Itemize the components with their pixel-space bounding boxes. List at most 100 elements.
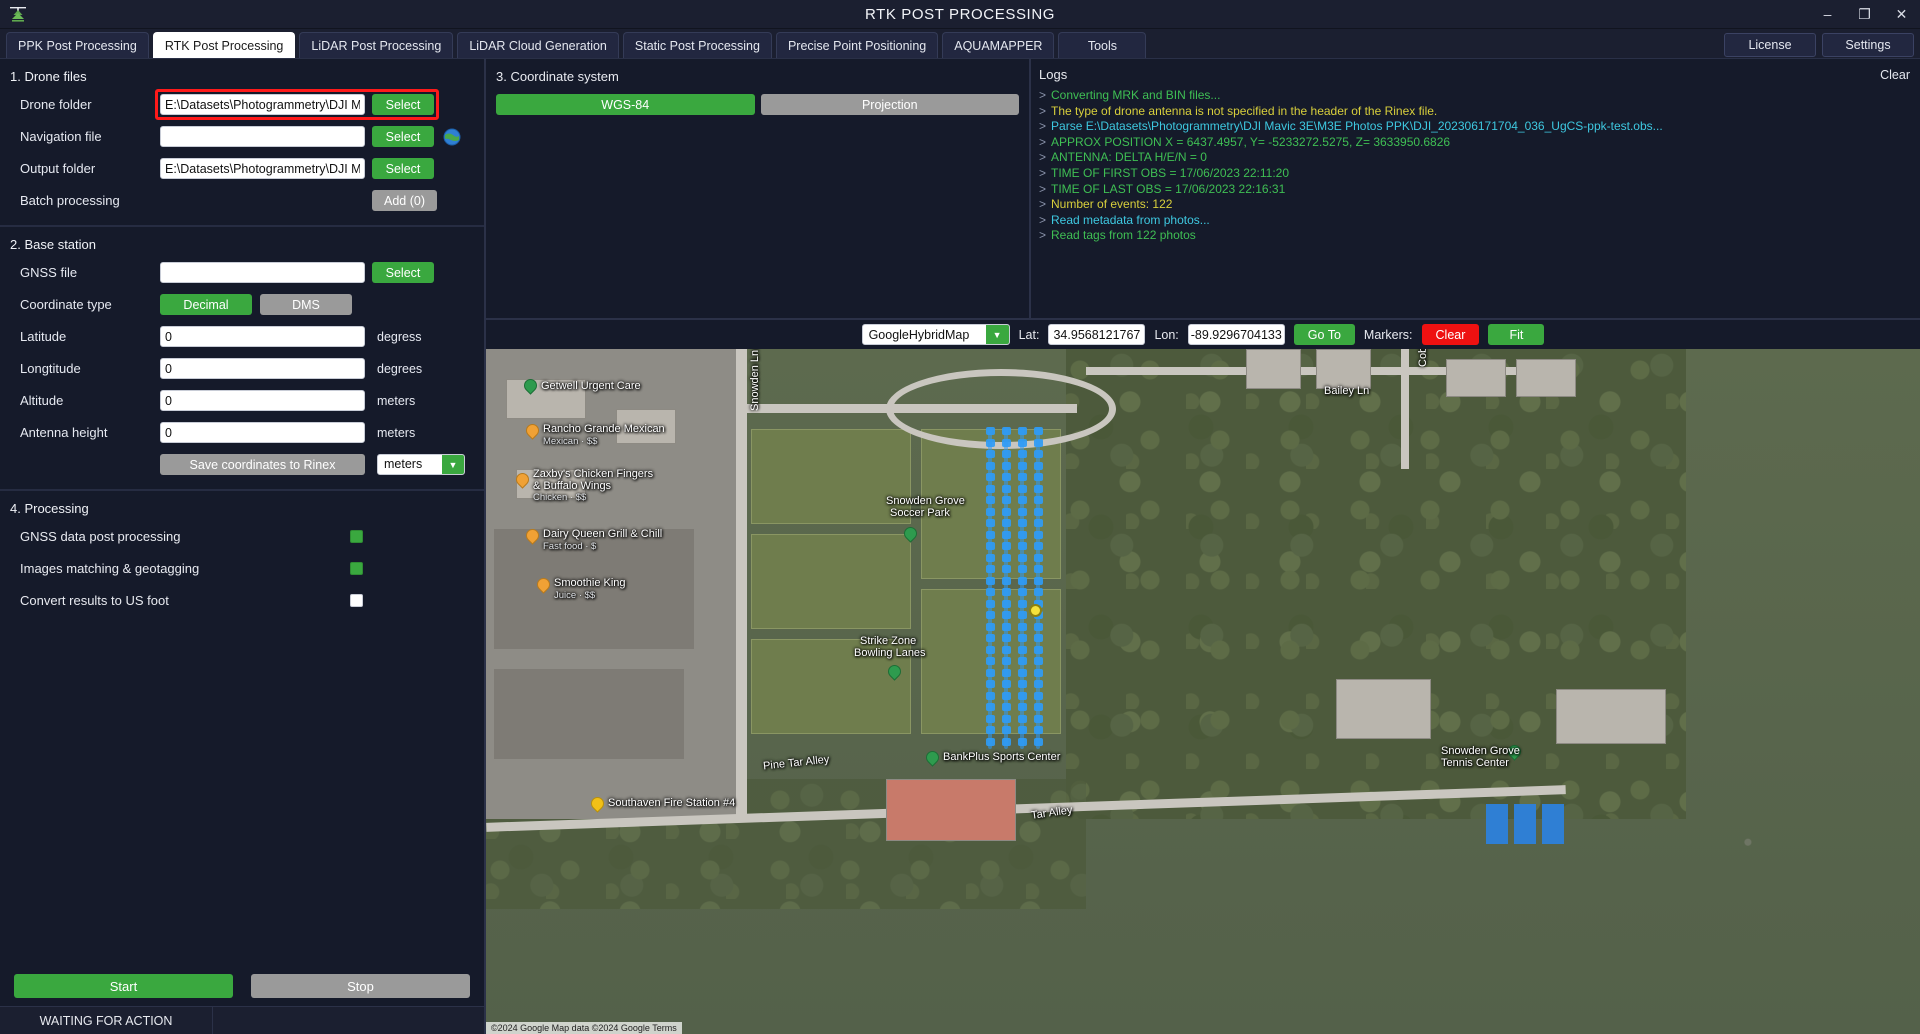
maximize-button[interactable]: ❐ — [1846, 0, 1883, 28]
stop-button[interactable]: Stop — [251, 974, 470, 998]
log-message: ANTENNA: DELTA H/E/N = 0 — [1051, 150, 1207, 166]
log-message: TIME OF FIRST OBS = 17/06/2023 22:11:20 — [1051, 166, 1289, 182]
drone-icon — [0, 4, 36, 24]
latitude-input[interactable] — [160, 326, 365, 347]
lat-input[interactable] — [1048, 324, 1145, 345]
drone-position-marker[interactable] — [1029, 604, 1042, 617]
minimize-button[interactable]: – — [1809, 0, 1846, 28]
right-panel: 3. Coordinate system WGS-84 Projection L… — [484, 59, 1920, 1034]
coordinate-system-projection-button[interactable]: Projection — [761, 94, 1020, 115]
navigation-file-input[interactable] — [160, 126, 365, 147]
tab-tools[interactable]: Tools — [1058, 32, 1146, 58]
log-line: >TIME OF LAST OBS = 17/06/2023 22:16:31 — [1039, 182, 1910, 198]
goto-button[interactable]: Go To — [1294, 324, 1355, 345]
map-poi-marker[interactable] — [526, 529, 539, 547]
map-poi-marker[interactable] — [516, 473, 529, 491]
map-soccer-field — [751, 639, 911, 734]
logs-list[interactable]: >Converting MRK and BIN files...>The typ… — [1039, 88, 1910, 244]
map-tennis-court — [1542, 804, 1564, 844]
gnss-file-row: GNSS file Select — [0, 260, 484, 285]
gnss-file-input[interactable] — [160, 262, 365, 283]
map-building — [506, 379, 586, 419]
drone-folder-select-button[interactable]: Select — [372, 94, 434, 115]
log-prefix: > — [1039, 119, 1046, 135]
processing-item-images-label: Images matching & geotagging — [20, 561, 350, 576]
tab-bar: PPK Post Processing RTK Post Processing … — [0, 29, 1920, 59]
processing-item-usfoot-checkbox[interactable] — [350, 594, 363, 607]
map-tennis-court — [1514, 804, 1536, 844]
settings-button[interactable]: Settings — [1822, 33, 1914, 57]
tab-ppk-post-processing[interactable]: PPK Post Processing — [6, 32, 149, 58]
log-line: >APPROX POSITION X = 6437.4957, Y= -5233… — [1039, 135, 1910, 151]
map-poi-marker[interactable] — [526, 424, 539, 442]
units-select[interactable]: meters ▼ — [377, 454, 465, 475]
log-prefix: > — [1039, 166, 1046, 182]
lon-input[interactable] — [1188, 324, 1285, 345]
map-poi-marker[interactable] — [524, 379, 537, 397]
markers-clear-button[interactable]: Clear — [1422, 324, 1480, 345]
log-message: Read tags from 122 photos — [1051, 228, 1196, 244]
logs-title: Logs — [1039, 67, 1067, 82]
map-poi-marker[interactable] — [591, 797, 604, 815]
tab-precise-point-positioning[interactable]: Precise Point Positioning — [776, 32, 938, 58]
log-message: Read metadata from photos... — [1051, 213, 1210, 229]
map-building — [1446, 359, 1506, 397]
processing-item-gnss-checkbox[interactable] — [350, 530, 363, 543]
close-button[interactable]: ✕ — [1883, 0, 1920, 28]
longitude-input[interactable] — [160, 358, 365, 379]
globe-icon[interactable] — [442, 127, 462, 147]
longitude-unit: degrees — [377, 362, 422, 376]
coordinate-type-dms-button[interactable]: DMS — [260, 294, 352, 315]
map-poi-marker[interactable] — [904, 527, 917, 545]
log-line: >The type of drone antenna is not specif… — [1039, 104, 1910, 120]
map-building — [1516, 359, 1576, 397]
logs-clear-button[interactable]: Clear — [1880, 68, 1910, 82]
map-road-snowden — [736, 349, 747, 819]
start-button[interactable]: Start — [14, 974, 233, 998]
gnss-file-label: GNSS file — [20, 265, 160, 280]
tab-static-post-processing[interactable]: Static Post Processing — [623, 32, 772, 58]
log-prefix: > — [1039, 88, 1046, 104]
map-poi-marker[interactable] — [1508, 745, 1521, 763]
coordinate-type-decimal-button[interactable]: Decimal — [160, 294, 252, 315]
processing-item-images: Images matching & geotagging — [0, 556, 484, 581]
gnss-file-select-button[interactable]: Select — [372, 262, 434, 283]
processing-item-images-checkbox[interactable] — [350, 562, 363, 575]
left-panel-spacer — [0, 630, 484, 966]
markers-fit-button[interactable]: Fit — [1488, 324, 1544, 345]
map-poi-marker[interactable] — [926, 751, 939, 769]
map-parking-lot — [494, 529, 694, 649]
license-button[interactable]: License — [1724, 33, 1816, 57]
log-line: > TIME OF FIRST OBS = 17/06/2023 22:11:20 — [1039, 166, 1910, 182]
map-view[interactable]: Snowden Ln Bailey Ln Cobb Ln Pine Tar Al… — [486, 349, 1920, 1034]
latitude-label: Latitude — [20, 329, 160, 344]
coordinate-system-section: 3. Coordinate system WGS-84 Projection — [486, 59, 1031, 318]
navigation-file-select-button[interactable]: Select — [372, 126, 434, 147]
output-folder-select-button[interactable]: Select — [372, 158, 434, 179]
base-station-section: 2. Base station GNSS file Select Coordin… — [0, 227, 484, 491]
map-poi-marker[interactable] — [537, 578, 550, 596]
drone-folder-input[interactable] — [160, 94, 365, 115]
coordinate-system-wgs84-button[interactable]: WGS-84 — [496, 94, 755, 115]
batch-add-button[interactable]: Add (0) — [372, 190, 437, 211]
altitude-input[interactable] — [160, 390, 365, 411]
map-soccer-field — [751, 534, 911, 629]
tab-lidar-cloud-generation[interactable]: LiDAR Cloud Generation — [457, 32, 619, 58]
map-building — [616, 409, 676, 444]
lon-label: Lon: — [1154, 328, 1178, 342]
drone-folder-label: Drone folder — [20, 97, 160, 112]
map-forest-area — [1066, 349, 1686, 819]
tab-lidar-post-processing[interactable]: LiDAR Post Processing — [299, 32, 453, 58]
basemap-select[interactable]: GoogleHybridMap ▼ — [862, 324, 1010, 345]
tab-aquamapper[interactable]: AQUAMAPPER — [942, 32, 1054, 58]
output-folder-input[interactable] — [160, 158, 365, 179]
map-poi-marker[interactable] — [888, 665, 901, 683]
save-coordinates-button[interactable]: Save coordinates to Rinex — [160, 454, 365, 475]
log-prefix: > — [1039, 213, 1046, 229]
antenna-height-input[interactable] — [160, 422, 365, 443]
antenna-height-unit: meters — [377, 426, 415, 440]
drone-files-section: 1. Drone files Drone folder Select Navig… — [0, 59, 484, 227]
tab-rtk-post-processing[interactable]: RTK Post Processing — [153, 32, 296, 58]
log-message: Parse E:\Datasets\Photogrammetry\DJI Mav… — [1051, 119, 1663, 135]
output-folder-label: Output folder — [20, 161, 160, 176]
